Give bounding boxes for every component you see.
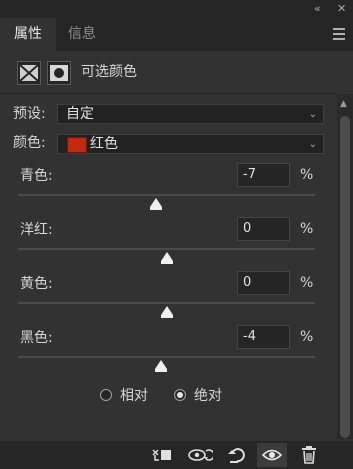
colors-value: 红色 [90,136,118,152]
reset-icon[interactable] [222,443,252,467]
percent-unit: % [300,221,314,237]
percent-unit: % [300,329,314,345]
tab-properties[interactable]: 属性 [0,18,56,51]
cyan-slider-track[interactable] [18,194,315,196]
visibility-eye-icon[interactable] [257,443,287,467]
tab-bar: 属性 信息 [0,18,353,51]
divider [0,93,336,94]
yellow-slider-thumb[interactable] [160,306,173,318]
panel-title: 可选颜色 [81,64,137,80]
slider-label-yellow: 黄色: [20,276,53,292]
layer-mask-icon[interactable] [47,61,71,85]
percent-unit: % [300,275,314,291]
radio-absolute-label: 绝对 [194,388,222,404]
slider-label-black: 黑色: [20,330,53,346]
adjustment-layer-icon [17,61,41,85]
tab-info[interactable]: 信息 [56,18,108,51]
radio-relative[interactable] [100,389,112,401]
collapse-panel-icon[interactable]: « [314,2,321,15]
colors-label: 颜色: [13,135,46,151]
preset-dropdown[interactable]: 自定 ⌄ [57,104,324,124]
colors-dropdown[interactable]: 红色 ⌄ [57,134,324,154]
yellow-value-input[interactable]: 0 [237,271,290,295]
magenta-slider-thumb[interactable] [160,252,173,264]
magenta-value-input[interactable]: 0 [237,217,290,241]
radio-relative-label: 相对 [120,388,148,404]
cyan-value-input[interactable]: -7 [237,163,290,187]
panel-menu-icon[interactable] [333,28,345,40]
chevron-down-icon: ⌄ [308,139,317,150]
yellow-slider-track[interactable] [18,302,315,304]
slider-label-magenta: 洋红: [20,222,53,238]
slider-label-cyan: 青色: [20,168,53,184]
color-swatch [67,137,87,153]
black-value-input[interactable]: -4 [237,325,290,349]
scroll-up-icon[interactable]: ▲ [340,99,347,109]
preset-value: 自定 [66,106,94,122]
preset-label: 预设: [13,106,46,122]
panel-top-strip: « ✕ [0,0,353,18]
percent-unit: % [300,167,314,183]
trash-icon[interactable] [294,443,324,467]
close-panel-icon[interactable]: ✕ [337,2,346,15]
radio-absolute[interactable] [174,389,186,401]
cyan-slider-thumb[interactable] [150,198,163,210]
clip-to-layer-icon[interactable] [147,443,177,467]
black-slider-track[interactable] [18,356,315,358]
chevron-down-icon: ⌄ [308,109,317,120]
view-previous-state-icon[interactable] [185,443,215,467]
magenta-slider-track[interactable] [18,248,315,250]
scrollbar-thumb[interactable] [340,116,350,438]
black-slider-thumb[interactable] [154,360,167,372]
